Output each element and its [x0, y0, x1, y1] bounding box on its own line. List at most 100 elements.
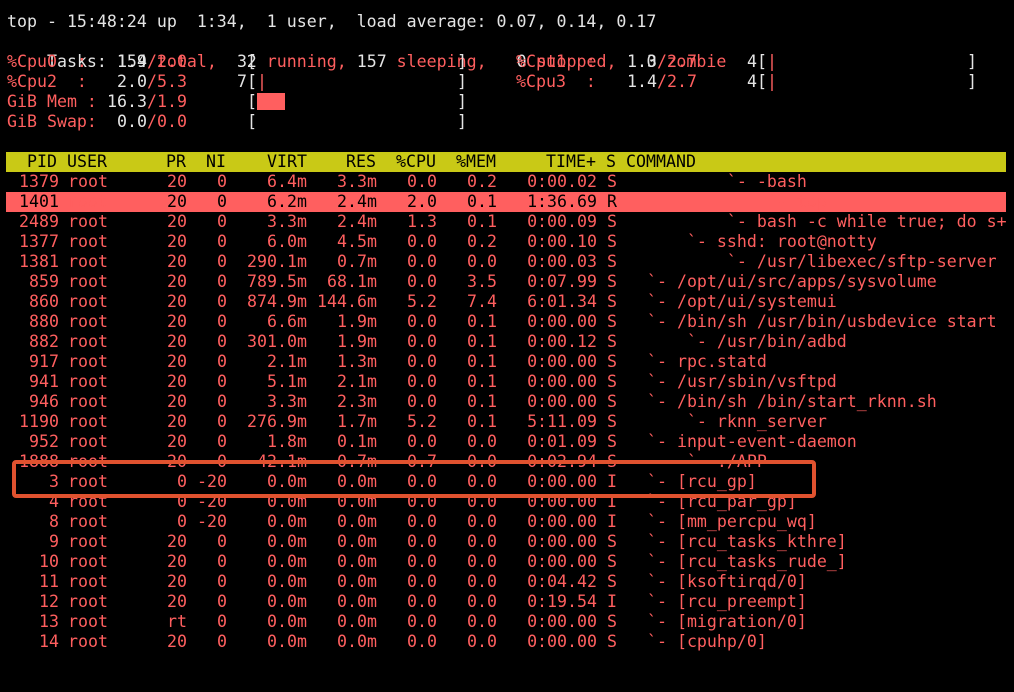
cell-cpu: 0.0 — [407, 512, 437, 531]
cell-command: `- sshd: root@notty — [627, 232, 877, 251]
col-s[interactable]: S — [606, 152, 616, 172]
cell-mem: 0.1 — [467, 352, 497, 371]
cpu3-meter-mark: | — [767, 72, 777, 91]
table-row[interactable]: 11 root 20 0 0.0m 0.0m 0.0 0.0 0:04.42 S `- [ksof… — [0, 572, 1014, 592]
mem-slash: / — [147, 92, 157, 111]
cell-pr: 20 — [167, 312, 187, 331]
cpu1-slash: / — [657, 52, 667, 71]
col-pid[interactable]: PID — [27, 152, 57, 172]
cell-s: I — [607, 512, 617, 531]
cell-pid: 859 — [29, 272, 59, 291]
cell-cpu: 2.0 — [407, 192, 437, 211]
table-row[interactable]: 3 root 0 -20 0.0m 0.0m 0.0 0.0 0:00.00 I `- [rcu_… — [0, 472, 1014, 492]
swap-label: GiB Swap: — [7, 112, 97, 131]
cpu0-sys: 2.0 — [157, 52, 187, 71]
cell-ni: 0 — [217, 392, 227, 411]
table-row[interactable]: 882 root 20 0 301.0m 1.9m 0.0 0.1 0:00.12 S `- /u… — [0, 332, 1014, 352]
table-row[interactable]: 8 root 0 -20 0.0m 0.0m 0.0 0.0 0:00.00 I `- [mm_p… — [0, 512, 1014, 532]
col-user[interactable]: USER — [67, 152, 107, 172]
cell-s: S — [607, 252, 617, 271]
table-row[interactable]: 14 root 20 0 0.0m 0.0m 0.0 0.0 0:00.00 S `- [cpuh… — [0, 632, 1014, 652]
table-row[interactable]: 860 root 20 0 874.9m 144.6m 5.2 7.4 6:01.34 S `- … — [0, 292, 1014, 312]
col-virt[interactable]: VIRT — [267, 152, 307, 172]
cpu2-meter-close: ] — [457, 72, 467, 91]
cell-command: `- [cpuhp/0] — [627, 632, 767, 651]
cpu1-user: 1.3 — [627, 52, 657, 71]
table-row[interactable]: 9 root 20 0 0.0m 0.0m 0.0 0.0 0:00.00 S `- [rcu_t… — [0, 532, 1014, 552]
table-row[interactable]: 12 root 20 0 0.0m 0.0m 0.0 0.0 0:19.54 I `- [rcu_… — [0, 592, 1014, 612]
cell-virt: 6.6m — [267, 312, 307, 331]
table-row[interactable]: 880 root 20 0 6.6m 1.9m 0.0 0.1 0:00.00 S `- /bin… — [0, 312, 1014, 332]
cell-pr: 20 — [167, 352, 187, 371]
table-row[interactable]: 4 root 0 -20 0.0m 0.0m 0.0 0.0 0:00.00 I `- [rcu_… — [0, 492, 1014, 512]
cell-user: root — [68, 332, 108, 351]
table-row[interactable]: 10 root 20 0 0.0m 0.0m 0.0 0.0 0:00.00 S `- [rcu_… — [0, 552, 1014, 572]
cell-ni: 0 — [217, 612, 227, 631]
mem-label: GiB Mem : — [7, 92, 97, 111]
col-mem[interactable]: %MEM — [456, 152, 496, 172]
cell-res: 0.0m — [337, 512, 377, 531]
mem-used: 16.3 — [107, 92, 147, 111]
cpu2-label: %Cpu2 : — [7, 72, 87, 91]
cell-user: root — [68, 312, 108, 331]
cell-cpu: 0.0 — [407, 232, 437, 251]
cell-res: 1.7m — [337, 412, 377, 431]
col-ni[interactable]: NI — [206, 152, 226, 172]
table-row[interactable]: 1381 root 20 0 290.1m 0.7m 0.0 0.0 0:00.03 S `- /… — [0, 252, 1014, 272]
cpu1-meter-close: ] — [967, 52, 977, 71]
cell-time: 0:19.54 — [527, 592, 597, 611]
cpu0-user: 1.4 — [117, 52, 147, 71]
cell-command: `- [migration/0] — [627, 612, 807, 631]
cell-s: S — [607, 452, 617, 471]
table-row[interactable]: 2489 root 20 0 3.3m 2.4m 1.3 0.1 0:00.09 S `- bas… — [0, 212, 1014, 232]
cell-time: 0:00.00 — [527, 352, 597, 371]
table-row[interactable]: 941 root 20 0 5.1m 2.1m 0.0 0.1 0:00.00 S `- /usr… — [0, 372, 1014, 392]
cell-virt: 42.1m — [257, 452, 307, 471]
cell-virt: 6.0m — [267, 232, 307, 251]
cell-s: S — [607, 432, 617, 451]
cell-s: I — [607, 472, 617, 491]
table-row[interactable]: 1379 root 20 0 6.4m 3.3m 0.0 0.2 0:00.02 S `- -ba… — [0, 172, 1014, 192]
cell-mem: 0.1 — [467, 192, 497, 211]
cell-time: 0:02.94 — [527, 452, 597, 471]
cell-pr: 20 — [167, 572, 187, 591]
col-cpu[interactable]: %CPU — [396, 152, 436, 172]
col-command[interactable]: COMMAND — [626, 152, 696, 172]
terminal-window[interactable]: top - 15:48:24 up 1:34, 1 user, load ave… — [0, 0, 1014, 692]
cell-ni: 0 — [217, 552, 227, 571]
cell-mem: 0.0 — [467, 452, 497, 471]
table-row[interactable]: 1377 root 20 0 6.0m 4.5m 0.0 0.2 0:00.10 S `- ssh… — [0, 232, 1014, 252]
cpu2-slash: / — [147, 72, 157, 91]
col-res[interactable]: RES — [346, 152, 376, 172]
table-row[interactable]: 917 root 20 0 2.1m 1.3m 0.0 0.1 0:00.00 S `- rpc.… — [0, 352, 1014, 372]
cell-pid: 11 — [39, 572, 59, 591]
cell-mem: 0.0 — [467, 472, 497, 491]
table-row[interactable]: 952 root 20 0 1.8m 0.1m 0.0 0.0 0:01.09 S `- inpu… — [0, 432, 1014, 452]
cell-ni: -20 — [197, 512, 227, 531]
swap-avail: 0.0 — [157, 112, 187, 131]
cell-time: 0:00.00 — [527, 632, 597, 651]
cell-cpu: 0.0 — [407, 252, 437, 271]
cpu3-user: 1.4 — [627, 72, 657, 91]
cell-res: 4.5m — [337, 232, 377, 251]
table-row-app-highlighted[interactable]: 1888 root 20 0 42.1m 0.7m 0.7 0.0 0:02.94 S `- ./… — [0, 452, 1014, 472]
cell-s: I — [607, 592, 617, 611]
cell-command: `- ./APP — [627, 452, 767, 471]
cell-command: `- /usr/sbin/vsftpd — [627, 372, 837, 391]
cpu0-slash: / — [147, 52, 157, 71]
cell-ni: 0 — [217, 312, 227, 331]
cell-mem: 7.4 — [467, 292, 497, 311]
col-pr[interactable]: PR — [166, 152, 186, 172]
cell-pid: 1190 — [19, 412, 59, 431]
cell-cpu: 0.0 — [407, 372, 437, 391]
col-time[interactable]: TIME+ — [546, 152, 596, 172]
table-row[interactable]: 859 root 20 0 789.5m 68.1m 0.0 3.5 0:07.99 S `- /… — [0, 272, 1014, 292]
cell-time: 0:00.00 — [527, 372, 597, 391]
table-row[interactable]: 13 root rt 0 0.0m 0.0m 0.0 0.0 0:00.00 S `- [migr… — [0, 612, 1014, 632]
cell-virt: 2.1m — [267, 352, 307, 371]
table-row[interactable]: 946 root 20 0 3.3m 2.3m 0.0 0.1 0:00.00 S `- /bin… — [0, 392, 1014, 412]
cell-res: 2.4m — [337, 192, 377, 211]
table-row[interactable]: 1190 root 20 0 276.9m 1.7m 5.2 0.1 5:11.09 S `- r… — [0, 412, 1014, 432]
cell-mem: 0.0 — [467, 572, 497, 591]
table-row-selected[interactable]: 1401 root 20 0 6.2m 2.4m 2.0 0.1 1:36.69 R `- top — [6, 192, 1006, 212]
